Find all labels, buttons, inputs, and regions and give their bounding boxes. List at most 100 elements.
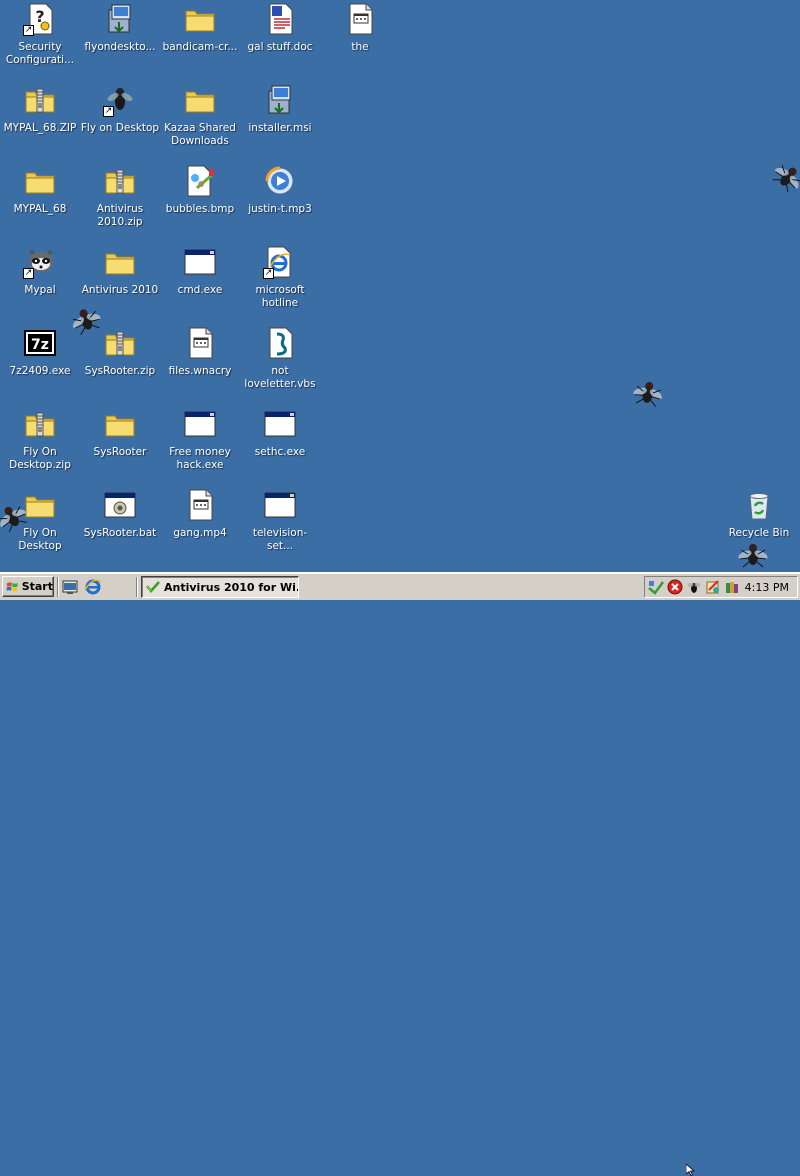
desktop-icon-label: flyondeskto... [84, 41, 156, 53]
desktop-icon-television-set[interactable]: television-set... [240, 488, 320, 566]
error-icon[interactable] [667, 579, 683, 595]
desktop-icon-flyondeskto[interactable]: flyondeskto... [80, 2, 160, 80]
desktop-icon-label: not loveletter.vbs [244, 365, 316, 390]
desktop-icon-label: Fly on Desktop [80, 122, 160, 134]
fly-icon [68, 305, 104, 335]
desktop-icon-kazaa-shared-downloads[interactable]: Kazaa Shared Downloads [160, 83, 240, 161]
desktop-icon-label: gal stuff.doc [247, 41, 313, 53]
desktop-icon-justin-t-mp3[interactable]: justin-t.mp3 [240, 164, 320, 242]
desktop-icon-bandicam-cr[interactable]: bandicam-cr... [160, 2, 240, 80]
desktop-icon-sethc-exe[interactable]: sethc.exe [240, 407, 320, 485]
taskbar-separator [57, 577, 59, 597]
fly-tray-icon[interactable] [686, 579, 702, 595]
books-tray-icon[interactable] [724, 579, 740, 595]
desktop-icon-mypal-68-zip[interactable]: MYPAL_68.ZIP [0, 83, 80, 161]
installer-icon [263, 83, 297, 117]
desktop-icon-label: cmd.exe [177, 284, 223, 296]
desktop-icon-label: 7z2409.exe [9, 365, 71, 377]
desktop-icon-label: Free money hack.exe [169, 446, 231, 471]
desktop-icon-label: bandicam-cr... [162, 41, 238, 53]
clock[interactable]: 4:13 PM [745, 581, 789, 594]
start-button[interactable]: Start [2, 576, 54, 597]
desktop-icon-label: SysRooter.zip [84, 365, 156, 377]
taskbar-separator [136, 577, 138, 597]
task-label: Antivirus 2010 for Wi... [164, 580, 299, 594]
media-icon [263, 164, 297, 198]
folder-icon [23, 164, 57, 198]
generic-file-icon [183, 326, 217, 360]
folder-icon [103, 245, 137, 279]
desktop-icon-gal-stuff-doc[interactable]: gal stuff.doc [240, 2, 320, 80]
network-icon[interactable] [648, 579, 664, 595]
fly-icon: ↗ [103, 83, 137, 117]
generic-file-icon [343, 2, 377, 36]
desktop-icon-label: Recycle Bin [728, 527, 790, 539]
desktop-icon-installer-msi[interactable]: installer.msi [240, 83, 320, 161]
desktop-icon-label: MYPAL_68.ZIP [3, 122, 77, 134]
desktop[interactable]: ? ↗ Security Configurati... flyondeskto... b… [0, 0, 800, 572]
shortcut-arrow-icon: ↗ [263, 268, 274, 279]
desktop-icon-the[interactable]: the [320, 2, 400, 80]
desktop-icon-cmd-exe[interactable]: cmd.exe [160, 245, 240, 323]
desktop-icon-security-configurati[interactable]: ? ↗ Security Configurati... [0, 2, 80, 80]
folder-icon [183, 2, 217, 36]
shortcut-arrow-icon: ↗ [23, 25, 34, 36]
internet-explorer-icon[interactable] [84, 578, 102, 596]
desktop-icon-label: Mypal [24, 284, 56, 296]
bitmap-icon [183, 164, 217, 198]
desktop-icon-label: files.wnacry [168, 365, 232, 377]
zip-folder-icon [103, 326, 137, 360]
desktop-icon-label: the [351, 41, 369, 53]
desktop-icon-microsoft-hotline[interactable]: ↗ microsoft hotline [240, 245, 320, 323]
internet-shortcut-icon: ↗ [263, 245, 297, 279]
svg-text:7z: 7z [31, 337, 49, 353]
desktop-icon-label: Security Configurati... [5, 41, 75, 66]
fly-icon [735, 540, 771, 570]
folder-icon [103, 407, 137, 441]
desktop-icon-fly-on-desktop-zip[interactable]: Fly On Desktop.zip [0, 407, 80, 485]
desktop-icon-sysrooter[interactable]: SysRooter [80, 407, 160, 485]
window-exe-icon [183, 407, 217, 441]
desktop-icon-mypal-68[interactable]: MYPAL_68 [0, 164, 80, 242]
desktop-icon-label: sethc.exe [254, 446, 306, 458]
desktop-icon-bubbles-bmp[interactable]: bubbles.bmp [160, 164, 240, 242]
shortcut-arrow-icon: ↗ [103, 106, 114, 117]
desktop-icon-fly-on-desktop[interactable]: ↗ Fly on Desktop [80, 83, 160, 161]
installer-icon [103, 2, 137, 36]
desktop-icon-7z2409-exe[interactable]: 7z 7z2409.exe [0, 326, 80, 404]
desktop-icon-label: bubbles.bmp [165, 203, 235, 215]
sevenzip-icon: 7z [23, 326, 57, 360]
desktop-icon-label: Antivirus 2010 [81, 284, 159, 296]
desktop-icon-files-wnacry[interactable]: files.wnacry [160, 326, 240, 404]
desktop-icon-antivirus-2010-zip[interactable]: Antivirus 2010.zip [80, 164, 160, 242]
desktop-icon-label: SysRooter.bat [83, 527, 157, 539]
show-desktop-icon[interactable] [61, 578, 79, 596]
desktop-icon-gang-mp4[interactable]: gang.mp4 [160, 488, 240, 566]
desktop-icon-label: installer.msi [248, 122, 312, 134]
task-button-antivirus-2010[interactable]: Antivirus 2010 for Wi... [141, 576, 299, 598]
raccoon-icon: ↗ [23, 245, 57, 279]
document-icon [263, 2, 297, 36]
zip-folder-icon [23, 83, 57, 117]
mouse-cursor-icon [686, 1164, 696, 1176]
desktop-icon-sysrooter-zip[interactable]: SysRooter.zip [80, 326, 160, 404]
window-exe-icon [263, 488, 297, 522]
desktop-icon-label: SysRooter [93, 446, 147, 458]
windows-logo-icon [6, 581, 18, 592]
folder-icon [183, 83, 217, 117]
antivirus-icon [146, 581, 160, 593]
security-tray-icon[interactable] [705, 579, 721, 595]
taskbar: Start Antivirus 2010 for Wi... 4:13 PM [0, 572, 800, 1176]
batch-icon [103, 488, 137, 522]
desktop-icon-label: television-set... [252, 527, 308, 552]
desktop-icon-label: microsoft hotline [255, 284, 305, 309]
recycle-bin-icon [742, 488, 776, 522]
desktop-icon-free-money-hack-exe[interactable]: Free money hack.exe [160, 407, 240, 485]
desktop-icon-label: justin-t.mp3 [248, 203, 312, 215]
desktop-icon-label: MYPAL_68 [13, 203, 67, 215]
desktop-icon-sysrooter-bat[interactable]: SysRooter.bat [80, 488, 160, 566]
fly-icon [0, 502, 30, 533]
window-exe-icon [263, 407, 297, 441]
zip-folder-icon [103, 164, 137, 198]
desktop-icon-not-loveletter-vbs[interactable]: not loveletter.vbs [240, 326, 320, 404]
